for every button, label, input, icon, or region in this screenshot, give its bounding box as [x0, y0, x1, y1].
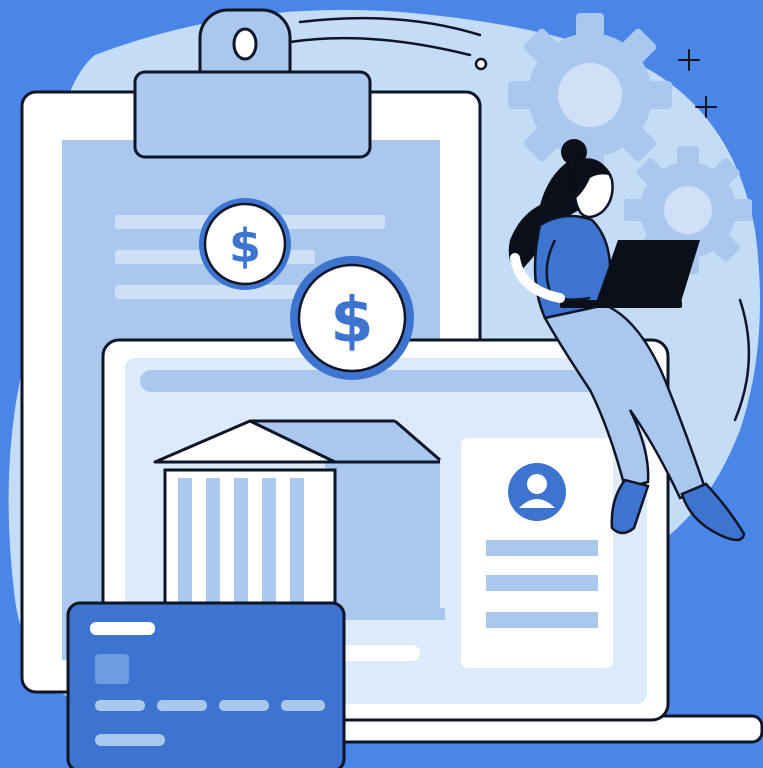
coin-symbol: $: [330, 284, 373, 357]
illustration-canvas: $ $: [8, 8, 763, 768]
profile-card: [461, 438, 613, 668]
coin-small: $: [199, 198, 291, 290]
gear-icon: [508, 13, 672, 177]
bank-icon: [153, 419, 445, 620]
user-avatar-icon: [508, 463, 566, 521]
coin-symbol: $: [229, 219, 261, 273]
credit-card-icon: [66, 601, 346, 768]
coin-large: $: [290, 256, 414, 380]
card-chip: [95, 654, 129, 684]
finance-illustration: $ $: [0, 0, 763, 768]
